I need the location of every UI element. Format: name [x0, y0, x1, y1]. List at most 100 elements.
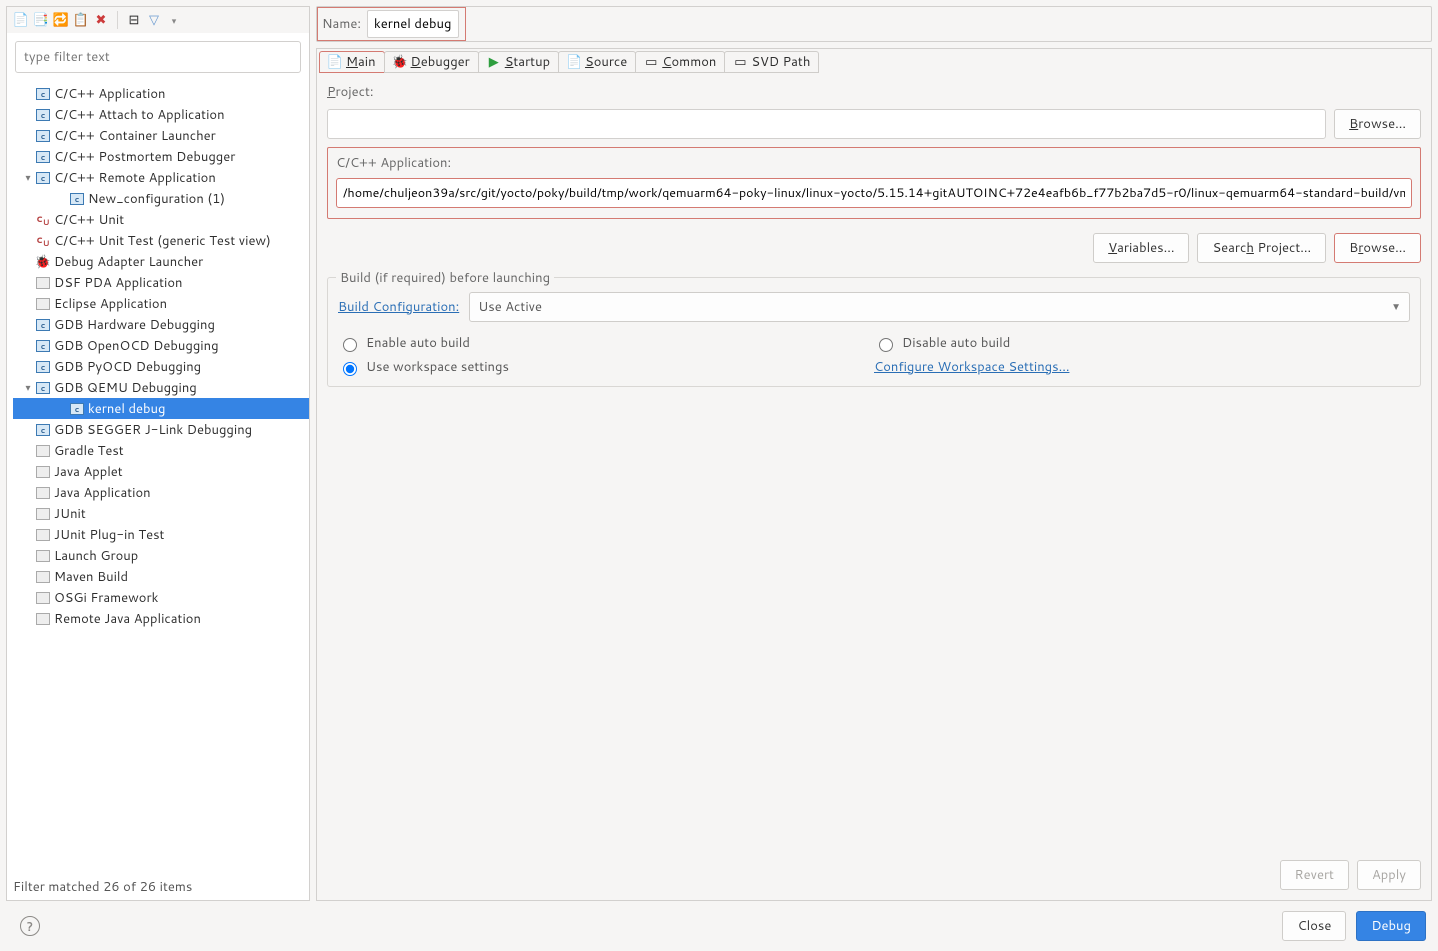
apply-button[interactable]: Apply — [1357, 860, 1421, 890]
c-icon — [35, 338, 51, 354]
tree-item[interactable]: ▾GDB QEMU Debugging — [13, 377, 309, 398]
help-icon[interactable]: ? — [20, 916, 40, 936]
c-icon — [35, 317, 51, 333]
tree-item[interactable]: cUC/C++ Unit — [13, 209, 309, 230]
tree-item[interactable]: GDB Hardware Debugging — [13, 314, 309, 335]
tree-item-label: Gradle Test — [54, 442, 124, 460]
tree-item[interactable]: Launch Group — [13, 545, 309, 566]
new-prototype-icon[interactable]: 📑 — [33, 12, 49, 28]
tree-item-label: C/C++ Unit — [54, 211, 124, 229]
use-workspace-settings-radio[interactable]: Use workspace settings — [338, 358, 874, 376]
tree-item[interactable]: GDB SEGGER J-Link Debugging — [13, 419, 309, 440]
revert-apply-row: Revert Apply — [317, 842, 1431, 900]
c-icon — [35, 359, 51, 375]
filter-menu-chevron-icon[interactable]: ▾ — [166, 12, 182, 28]
application-browse-button[interactable]: Browse... — [1334, 233, 1421, 263]
name-label: Name: — [322, 15, 361, 33]
tab-source[interactable]: 📄Source — [558, 51, 636, 73]
bug-icon: 🐞 — [35, 254, 51, 270]
tree-item[interactable]: C/C++ Postmortem Debugger — [13, 146, 309, 167]
filter-status: Filter matched 26 of 26 items — [7, 874, 309, 900]
revert-button[interactable]: Revert — [1280, 860, 1349, 890]
tree-item-label: New_configuration (1) — [88, 190, 225, 208]
tab-main-body: Project: Browse... C/C++ Application: Va… — [317, 73, 1431, 842]
tree-item[interactable]: cUC/C++ Unit Test (generic Test view) — [13, 230, 309, 251]
tree-item-label: kernel debug — [88, 400, 165, 418]
gen-icon — [35, 275, 51, 291]
tree-item[interactable]: 🐞Debug Adapter Launcher — [13, 251, 309, 272]
tree-item[interactable]: JUnit — [13, 503, 309, 524]
tree-item[interactable]: New_configuration (1) — [13, 188, 309, 209]
tree-item-label: Java Applet — [54, 463, 123, 481]
export-icon[interactable]: 🔁 — [53, 12, 69, 28]
gen-icon — [35, 569, 51, 585]
application-input[interactable] — [336, 178, 1412, 208]
left-toolbar: 📄 📑 🔁 📋 ✖ ⊟ ▽ ▾ — [7, 7, 309, 33]
project-browse-button[interactable]: Browse... — [1334, 109, 1421, 139]
tree-item[interactable]: GDB OpenOCD Debugging — [13, 335, 309, 356]
search-project-button[interactable]: Search Project... — [1197, 233, 1326, 263]
c-icon — [35, 149, 51, 165]
tree-item[interactable]: C/C++ Container Launcher — [13, 125, 309, 146]
gen-icon — [35, 590, 51, 606]
filter-icon[interactable]: ▽ — [146, 12, 162, 28]
tab-debugger[interactable]: 🐞Debugger — [384, 51, 479, 73]
tree-item[interactable]: Java Application — [13, 482, 309, 503]
tab-main[interactable]: 📄Main — [319, 51, 385, 73]
tree-item-label: Debug Adapter Launcher — [54, 253, 203, 271]
enable-auto-build-radio[interactable]: Enable auto build — [338, 334, 874, 352]
tree-item[interactable]: kernel debug — [13, 398, 309, 419]
duplicate-icon[interactable]: 📋 — [73, 12, 89, 28]
tree-item[interactable]: Maven Build — [13, 566, 309, 587]
launch-config-left-panel: 📄 📑 🔁 📋 ✖ ⊟ ▽ ▾ C/C++ ApplicationC/C++ A… — [6, 6, 310, 901]
tab-svd-path[interactable]: ▭SVD Path — [724, 51, 819, 73]
c-icon — [69, 401, 85, 417]
tree-item[interactable]: OSGi Framework — [13, 587, 309, 608]
tree-item[interactable]: JUnit Plug-in Test — [13, 524, 309, 545]
cu-icon: cU — [35, 212, 51, 228]
tree-item[interactable]: DSF PDA Application — [13, 272, 309, 293]
tree-item[interactable]: C/C++ Attach to Application — [13, 104, 309, 125]
tree-item[interactable]: Eclipse Application — [13, 293, 309, 314]
svd-icon: ▭ — [733, 55, 747, 69]
tree-item[interactable]: Remote Java Application — [13, 608, 309, 629]
name-row: Name: — [316, 6, 1432, 42]
close-button[interactable]: Close — [1282, 911, 1346, 941]
c-icon — [35, 170, 51, 186]
build-configuration-combo[interactable]: Use Active ▼ — [469, 292, 1410, 322]
gen-icon — [35, 464, 51, 480]
tree-item-label: Eclipse Application — [54, 295, 167, 313]
gen-icon — [35, 296, 51, 312]
tree-item-label: JUnit Plug-in Test — [54, 526, 164, 544]
gen-icon — [35, 611, 51, 627]
tree-item[interactable]: Java Applet — [13, 461, 309, 482]
build-configuration-link[interactable]: Build Configuration: — [338, 298, 459, 316]
configure-workspace-settings-link[interactable]: Configure Workspace Settings... — [874, 358, 1410, 376]
disable-auto-build-radio[interactable]: Disable auto build — [874, 334, 1410, 352]
name-input[interactable] — [367, 10, 459, 38]
tree-item-label: GDB PyOCD Debugging — [54, 358, 201, 376]
project-label: Project: — [327, 83, 1421, 101]
delete-icon[interactable]: ✖ — [93, 12, 109, 28]
tree-item-label: C/C++ Unit Test (generic Test view) — [54, 232, 271, 250]
tree-item-label: GDB Hardware Debugging — [54, 316, 215, 334]
variables-button[interactable]: Variables... — [1093, 233, 1189, 263]
tree-item-label: OSGi Framework — [54, 589, 158, 607]
tree-item-label: GDB QEMU Debugging — [54, 379, 197, 397]
gen-icon — [35, 548, 51, 564]
debug-button[interactable]: Debug — [1356, 911, 1426, 941]
filter-input[interactable] — [15, 41, 301, 73]
new-config-icon[interactable]: 📄 — [13, 12, 29, 28]
tree-item-label: Remote Java Application — [54, 610, 201, 628]
tree-item[interactable]: ▾C/C++ Remote Application — [13, 167, 309, 188]
config-tree[interactable]: C/C++ ApplicationC/C++ Attach to Applica… — [7, 81, 309, 874]
tab-startup[interactable]: ▶Startup — [478, 51, 559, 73]
tree-item[interactable]: GDB PyOCD Debugging — [13, 356, 309, 377]
common-icon: ▭ — [644, 55, 658, 69]
chevron-down-icon: ▼ — [1391, 300, 1401, 314]
tree-item[interactable]: Gradle Test — [13, 440, 309, 461]
project-input[interactable] — [327, 109, 1326, 139]
collapse-all-icon[interactable]: ⊟ — [126, 12, 142, 28]
tab-common[interactable]: ▭Common — [635, 51, 725, 73]
tree-item[interactable]: C/C++ Application — [13, 83, 309, 104]
